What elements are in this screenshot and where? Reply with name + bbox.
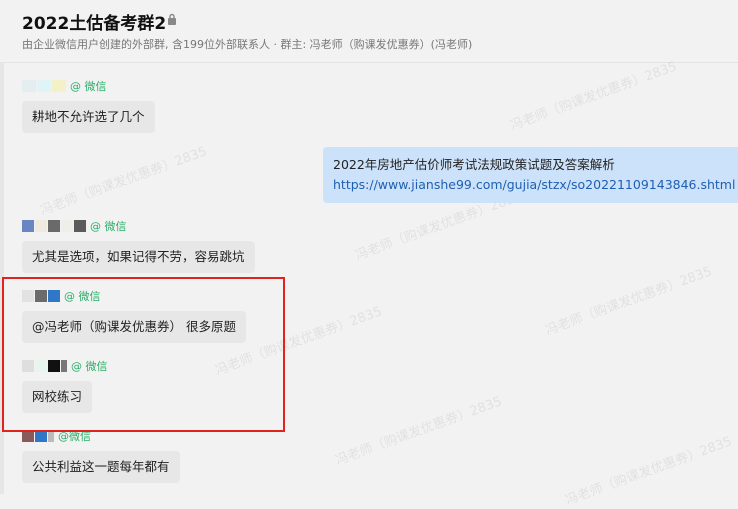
avatar[interactable] — [35, 220, 47, 232]
watermark: 冯老师（购课发优惠券）2835 — [543, 264, 715, 339]
avatar[interactable] — [22, 220, 34, 232]
message-bubble[interactable]: 尤其是选项，如果记得不劳，容易跳坑 — [22, 241, 255, 273]
group-title[interactable]: 2022土估备考群2 — [22, 9, 166, 34]
avatar[interactable] — [22, 80, 36, 92]
avatar[interactable] — [74, 220, 86, 232]
lock-icon — [168, 13, 176, 25]
avatar[interactable] — [37, 80, 51, 92]
watermark: 冯老师（购课发优惠券）2835 — [38, 144, 210, 219]
own-message-bubble[interactable]: 2022年房地产估价师考试法规政策试题及答案解析 https://www.jia… — [323, 147, 738, 203]
chat-header: 2022土估备考群2 由企业微信用户创建的外部群, 含199位外部联系人 · 群… — [0, 0, 738, 63]
group-subtitle: 由企业微信用户创建的外部群, 含199位外部联系人 · 群主: 冯老师（购课发优… — [22, 38, 473, 51]
wechat-tag: @ 微信 — [70, 80, 107, 93]
highlight-box — [2, 277, 285, 432]
avatar[interactable] — [48, 220, 60, 232]
message-link[interactable]: https://www.jianshe99.com/gujia/stzx/so2… — [333, 175, 738, 195]
watermark: 冯老师（购课发优惠券）2835 — [563, 434, 735, 509]
avatar[interactable] — [61, 220, 73, 232]
message-bubble[interactable]: 耕地不允许选了几个 — [22, 101, 155, 133]
message-bubble[interactable]: 公共利益这一题每年都有 — [22, 451, 180, 483]
message-text: 2022年房地产估价师考试法规政策试题及答案解析 — [333, 157, 615, 172]
wechat-tag: @ 微信 — [90, 220, 127, 233]
avatar[interactable] — [52, 80, 66, 92]
watermark: 冯老师（购课发优惠券）2835 — [333, 394, 505, 469]
watermark: 冯老师（购课发优惠券）2835 — [508, 59, 680, 134]
sender-info[interactable]: @ 微信 — [22, 219, 127, 233]
sender-info[interactable]: @ 微信 — [22, 79, 107, 93]
